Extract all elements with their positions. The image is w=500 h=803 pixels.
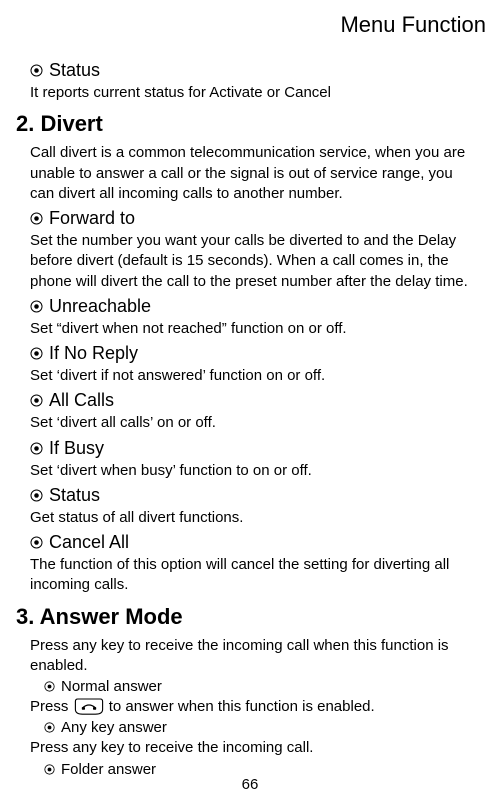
content-area: Status It reports current status for Act… [8, 60, 492, 778]
bullet-icon [44, 681, 55, 692]
bullet-icon [30, 489, 43, 502]
item-desc: Set ‘divert all calls’ on or off. [30, 413, 480, 433]
item-if-busy: If Busy [30, 438, 480, 459]
item-normal-answer: Normal answer [30, 678, 480, 695]
bullet-icon [30, 300, 43, 313]
anykey-desc: Press any key to receive the incoming ca… [30, 738, 480, 758]
item-title: If No Reply [49, 343, 138, 364]
item-label: Folder answer [61, 761, 156, 778]
item-desc: Set ‘divert when busy’ function to on or… [30, 461, 480, 481]
bullet-icon [44, 722, 55, 733]
item-title: If Busy [49, 438, 104, 459]
bullet-icon [30, 64, 43, 77]
item-if-no-reply: If No Reply [30, 343, 480, 364]
item-title: Cancel All [49, 532, 129, 553]
item-desc: Set ‘divert if not answered’ function on… [30, 366, 480, 386]
item-folder-answer: Folder answer [30, 761, 480, 778]
item-any-key-answer: Any key answer [30, 719, 480, 736]
page-header: Menu Function [8, 12, 486, 38]
item-all-calls: All Calls [30, 390, 480, 411]
bullet-icon [30, 212, 43, 225]
bullet-icon [30, 394, 43, 407]
item-label: Any key answer [61, 719, 167, 736]
item-title: Unreachable [49, 296, 151, 317]
item-desc: Set the number you want your calls be di… [30, 231, 480, 292]
press-prefix: Press [30, 698, 68, 715]
item-label: Normal answer [61, 678, 162, 695]
item-status: Status [30, 485, 480, 506]
bullet-icon [30, 536, 43, 549]
heading-answer-mode: 3. Answer Mode [16, 604, 480, 630]
item-unreachable: Unreachable [30, 296, 480, 317]
bullet-icon [44, 764, 55, 775]
heading-divert: 2. Divert [16, 111, 480, 137]
item-status-top: Status [30, 60, 480, 81]
item-title: All Calls [49, 390, 114, 411]
item-desc: It reports current status for Activate o… [30, 83, 480, 103]
item-desc: The function of this option will cancel … [30, 555, 480, 596]
press-line: Press to answer when this function is en… [30, 697, 480, 717]
item-desc: Get status of all divert functions. [30, 508, 480, 528]
item-forward-to: Forward to [30, 208, 480, 229]
item-desc: Set “divert when not reached” function o… [30, 319, 480, 339]
divert-intro: Call divert is a common telecommunicatio… [30, 143, 480, 204]
answer-intro: Press any key to receive the incoming ca… [30, 636, 480, 677]
page-number: 66 [0, 776, 500, 793]
item-title: Forward to [49, 208, 135, 229]
press-suffix: to answer when this function is enabled. [109, 698, 375, 715]
item-cancel-all: Cancel All [30, 532, 480, 553]
item-title: Status [49, 60, 100, 81]
call-key-icon [73, 698, 105, 716]
bullet-icon [30, 347, 43, 360]
bullet-icon [30, 442, 43, 455]
item-title: Status [49, 485, 100, 506]
